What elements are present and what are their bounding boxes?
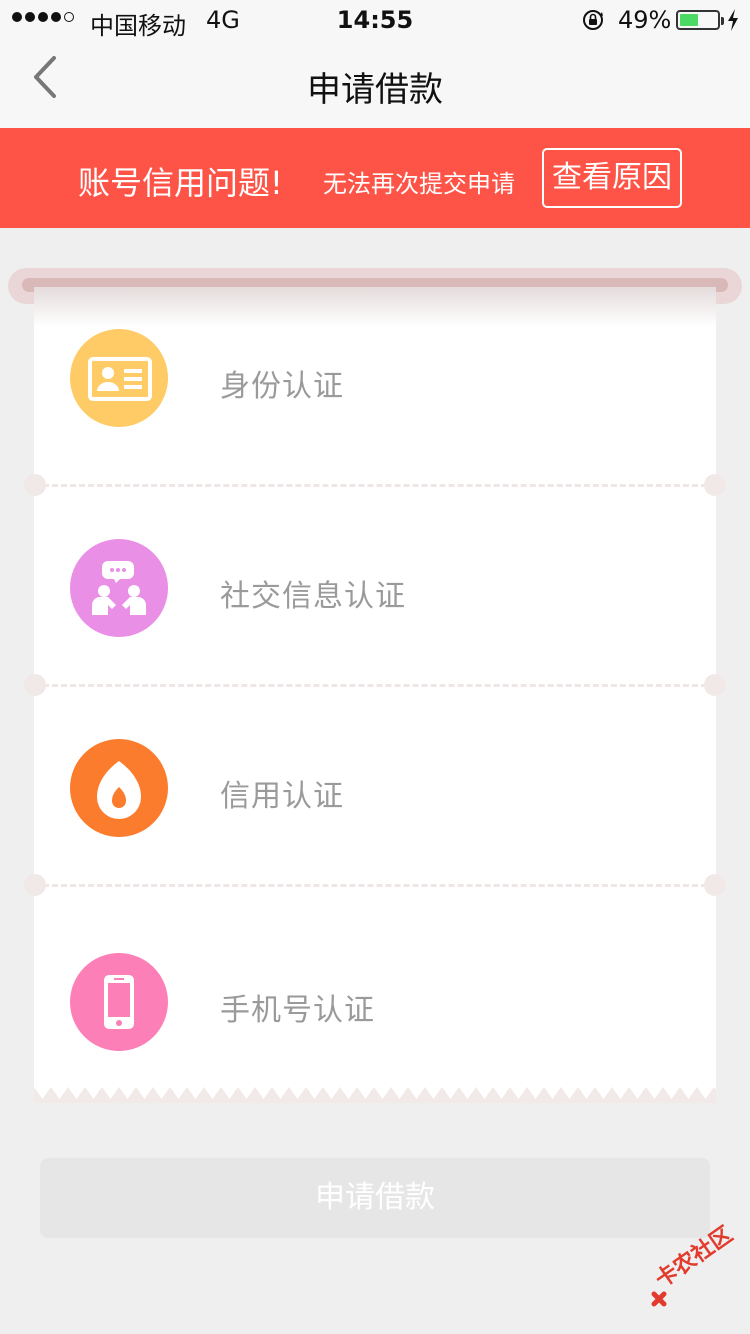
view-reason-button[interactable]: 查看原因 [542,148,682,208]
auth-item-mobile[interactable]: 手机号认证 [34,887,716,1087]
status-bar: 中国移动 4G 14:55 49% [0,0,750,40]
auth-item-social[interactable]: 社交信息认证 [34,487,716,687]
charging-bolt-icon [728,9,738,31]
auth-ticket-card: 身份认证 社交信息认证 信用认证 手机号认证 [34,287,716,1087]
auth-item-label: 身份认证 [220,369,344,404]
auth-item-credit[interactable]: 信用认证 [34,687,716,887]
ticket-notch [24,474,46,496]
navigation-bar: 申请借款 [0,40,750,128]
social-chat-icon [70,539,168,637]
alert-title: 账号信用问题! [78,164,283,202]
alert-description: 无法再次提交申请 [323,170,515,198]
ticket-notch [704,474,726,496]
ticket-divider [34,884,716,887]
apply-loan-button[interactable]: 申请借款 [40,1158,710,1238]
alert-banner: 账号信用问题! 无法再次提交申请 查看原因 [0,128,750,228]
ticket-notch [24,674,46,696]
ticket-notch [704,874,726,896]
ticket-divider [34,684,716,687]
ticket-notch [24,874,46,896]
ticket-divider [34,484,716,487]
mobile-phone-icon [70,953,168,1051]
auth-item-identity[interactable]: 身份认证 [34,287,716,487]
auth-item-label: 社交信息认证 [220,579,406,614]
page-title: 申请借款 [307,70,443,110]
battery-percent: 49% [618,6,672,34]
id-card-icon [70,329,168,427]
auth-item-label: 信用认证 [220,779,344,814]
rotation-lock-icon [583,10,603,30]
ticket-notch [704,674,726,696]
credit-drop-icon [70,739,168,837]
ticket-zigzag-edge [34,1083,716,1103]
battery-icon [676,10,724,30]
auth-item-label: 手机号认证 [220,993,375,1028]
